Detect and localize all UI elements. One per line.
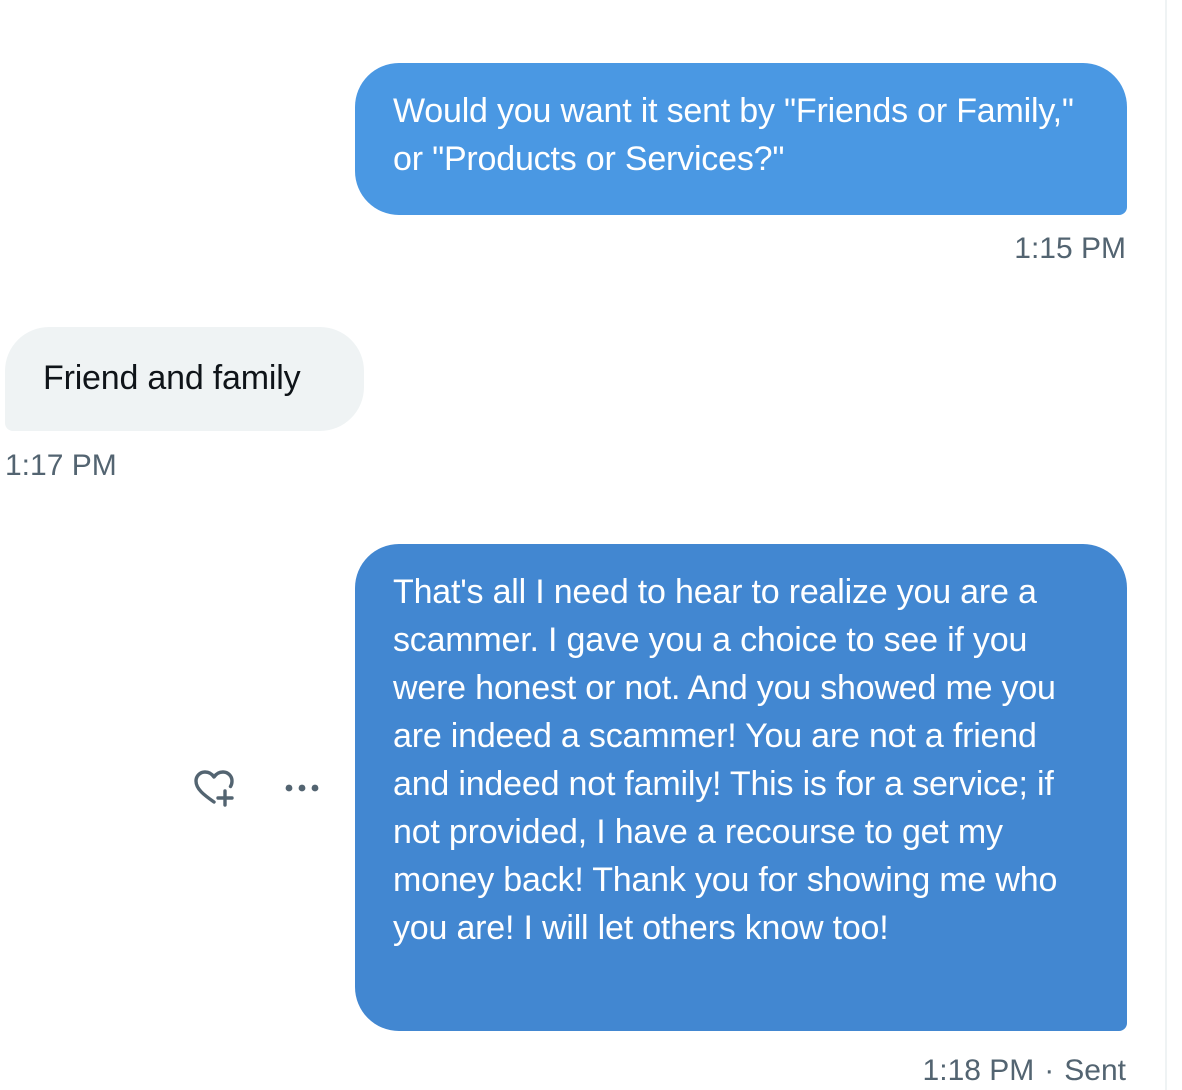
add-reaction-button[interactable] (190, 766, 238, 810)
sent-message-bubble[interactable]: Would you want it sent by "Friends or Fa… (355, 63, 1127, 215)
received-message-bubble[interactable]: Friend and family (5, 327, 364, 431)
message-timestamp: 1:15 PM (1014, 231, 1126, 267)
message-timestamp: 1:17 PM (5, 448, 117, 484)
dm-conversation: Would you want it sent by "Friends or Fa… (0, 0, 1182, 1090)
panel-divider (1165, 0, 1167, 1090)
message-text: That's all I need to hear to realize you… (393, 573, 1058, 947)
separator-dot: · (1044, 1054, 1055, 1087)
timestamp-text: 1:15 PM (1014, 232, 1126, 265)
delivery-status: Sent (1064, 1054, 1126, 1087)
message-timestamp: 1:18 PM · Sent (923, 1053, 1126, 1089)
heart-plus-icon (194, 770, 234, 807)
sent-message-bubble[interactable]: That's all I need to hear to realize you… (355, 544, 1127, 1031)
message-text: Friend and family (43, 359, 301, 397)
more-options-button[interactable] (276, 766, 328, 810)
more-dots-icon (285, 784, 319, 792)
timestamp-text: 1:17 PM (5, 449, 117, 482)
timestamp-text: 1:18 PM (922, 1054, 1035, 1087)
message-text: Would you want it sent by "Friends or Fa… (393, 92, 1074, 178)
